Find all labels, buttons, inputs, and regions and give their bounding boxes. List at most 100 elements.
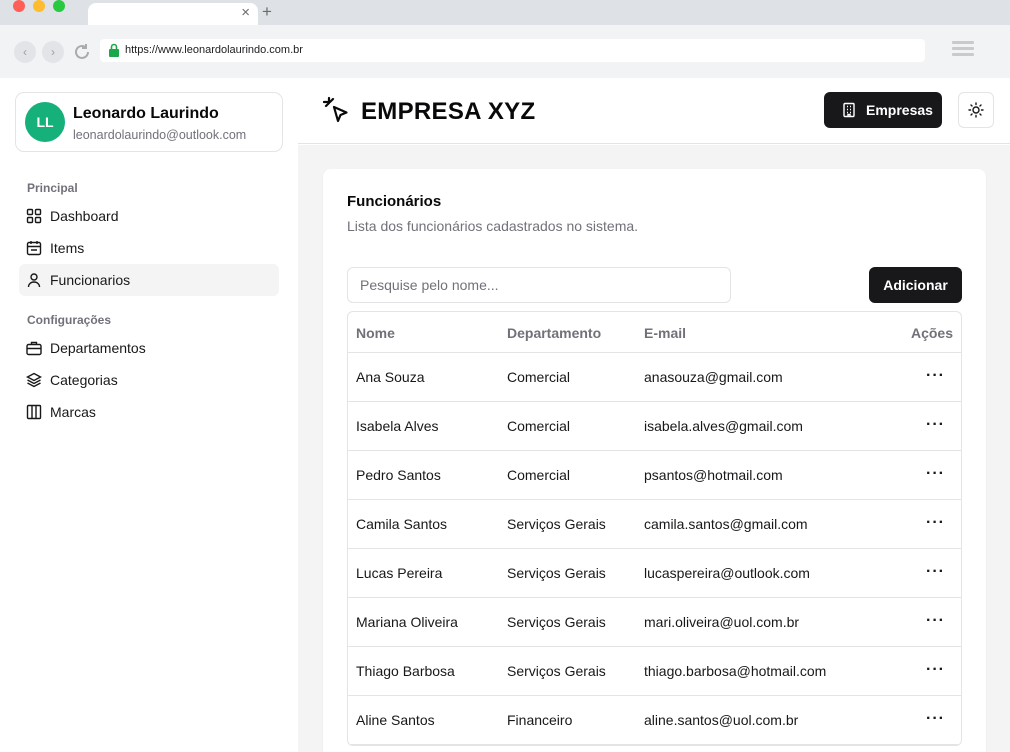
sidebar-group-principal: Principal xyxy=(27,181,78,195)
cursor-click-icon xyxy=(323,96,348,123)
sidebar-item-label: Marcas xyxy=(50,404,96,420)
cell-nome: Camila Santos xyxy=(356,516,448,532)
page-title: EMPRESA XYZ xyxy=(361,98,536,125)
cell-email: aline.santos@uol.com.br xyxy=(644,712,799,728)
profile-name: Leonardo Laurindo xyxy=(73,105,219,122)
app-header: EMPRESA XYZ Empresas xyxy=(298,78,1010,144)
column-header-email[interactable]: E-mail xyxy=(644,325,686,341)
empresas-button-label: Empresas xyxy=(866,102,933,118)
browser-toolbar: ‹ › https://www.leonardolaurindo.com.br xyxy=(0,25,1010,78)
forward-button[interactable]: › xyxy=(42,41,64,63)
more-actions-icon[interactable]: ··· xyxy=(926,612,945,630)
cell-email: isabela.alves@gmail.com xyxy=(644,418,803,434)
grid-icon xyxy=(26,208,42,224)
sidebar-item-categorias[interactable]: Categorias xyxy=(19,364,279,396)
cell-email: camila.santos@gmail.com xyxy=(644,516,808,532)
briefcase-icon xyxy=(26,341,42,356)
table-row[interactable]: Mariana Oliveira Serviços Gerais mari.ol… xyxy=(348,598,961,647)
empresas-button[interactable]: Empresas xyxy=(824,92,942,128)
sidebar-item-funcionarios[interactable]: Funcionarios xyxy=(19,264,279,296)
more-actions-icon[interactable]: ··· xyxy=(926,563,945,581)
table-row[interactable]: Aline Santos Financeiro aline.santos@uol… xyxy=(348,696,961,745)
tab-close-icon[interactable]: × xyxy=(241,4,250,22)
cell-nome: Mariana Oliveira xyxy=(356,614,458,630)
sidebar-item-label: Funcionarios xyxy=(50,272,131,288)
columns-icon xyxy=(26,404,42,420)
sidebar-item-marcas[interactable]: Marcas xyxy=(19,396,279,428)
sidebar-item-departamentos[interactable]: Departamentos xyxy=(19,332,279,364)
theme-toggle-button[interactable] xyxy=(958,92,994,128)
table-row[interactable]: Lucas Pereira Serviços Gerais lucasperei… xyxy=(348,549,961,598)
table-row[interactable]: Ana Souza Comercial anasouza@gmail.com ·… xyxy=(348,353,961,402)
calendar-icon xyxy=(26,241,42,256)
more-actions-icon[interactable]: ··· xyxy=(926,661,945,679)
funcionarios-card: Funcionários Lista dos funcionários cada… xyxy=(323,169,986,752)
window-maximize-dot[interactable] xyxy=(53,0,65,12)
search-input[interactable] xyxy=(347,267,731,303)
card-title: Funcionários xyxy=(347,193,442,210)
column-header-departamento[interactable]: Departamento xyxy=(507,325,601,341)
cell-email: mari.oliveira@uol.com.br xyxy=(644,614,800,630)
add-button[interactable]: Adicionar xyxy=(869,267,962,303)
url-text: https://www.leonardolaurindo.com.br xyxy=(125,44,303,56)
cell-departamento: Serviços Gerais xyxy=(507,516,606,532)
table-row[interactable]: Camila Santos Serviços Gerais camila.san… xyxy=(348,500,961,549)
more-actions-icon[interactable]: ··· xyxy=(926,710,945,728)
table-header-row: Nome Departamento E-mail Ações xyxy=(348,312,961,353)
cell-departamento: Serviços Gerais xyxy=(507,565,606,581)
cell-email: lucaspereira@outlook.com xyxy=(644,565,810,581)
sun-icon xyxy=(968,102,984,118)
cell-email: thiago.barbosa@hotmail.com xyxy=(644,663,827,679)
lock-icon xyxy=(109,43,119,57)
cell-nome: Isabela Alves xyxy=(356,418,439,434)
browser-tab[interactable]: × xyxy=(88,3,258,25)
cell-departamento: Financeiro xyxy=(507,712,573,728)
more-actions-icon[interactable]: ··· xyxy=(926,465,945,483)
cell-email: anasouza@gmail.com xyxy=(644,369,783,385)
more-actions-icon[interactable]: ··· xyxy=(926,367,945,385)
cell-nome: Pedro Santos xyxy=(356,467,441,483)
table-row[interactable]: Pedro Santos Comercial psantos@hotmail.c… xyxy=(348,451,961,500)
layers-icon xyxy=(26,372,42,388)
back-button[interactable]: ‹ xyxy=(14,41,36,63)
table-row[interactable]: Thiago Barbosa Serviços Gerais thiago.ba… xyxy=(348,647,961,696)
sidebar-group-configuracoes: Configurações xyxy=(27,313,112,327)
cell-departamento: Serviços Gerais xyxy=(507,663,606,679)
cell-nome: Aline Santos xyxy=(356,712,435,728)
sidebar-item-items[interactable]: Items xyxy=(19,232,279,264)
profile-email: leonardolaurindo@outlook.com xyxy=(73,128,247,142)
column-header-acoes: Ações xyxy=(910,325,953,341)
column-header-nome[interactable]: Nome xyxy=(356,325,395,341)
cell-departamento: Comercial xyxy=(507,369,571,385)
table-row[interactable]: Isabela Alves Comercial isabela.alves@gm… xyxy=(348,402,961,451)
address-bar[interactable]: https://www.leonardolaurindo.com.br xyxy=(100,39,925,62)
cell-email: psantos@hotmail.com xyxy=(644,467,783,483)
cell-nome: Ana Souza xyxy=(356,369,425,385)
browser-menu-icon[interactable] xyxy=(952,41,974,59)
sidebar-item-label: Departamentos xyxy=(50,340,146,356)
cell-nome: Thiago Barbosa xyxy=(356,663,455,679)
cell-departamento: Comercial xyxy=(507,467,571,483)
new-tab-icon[interactable]: + xyxy=(262,1,272,23)
avatar: LL xyxy=(25,102,65,142)
window-close-dot[interactable] xyxy=(13,0,25,12)
sidebar-item-label: Dashboard xyxy=(50,208,119,224)
cell-departamento: Comercial xyxy=(507,418,571,434)
reload-icon[interactable] xyxy=(70,40,94,64)
more-actions-icon[interactable]: ··· xyxy=(926,514,945,532)
card-description: Lista dos funcionários cadastrados no si… xyxy=(347,218,639,234)
sidebar: LL Leonardo Laurindo leonardolaurindo@ou… xyxy=(0,78,298,752)
cell-nome: Lucas Pereira xyxy=(356,565,443,581)
sidebar-item-dashboard[interactable]: Dashboard xyxy=(19,200,279,232)
funcionarios-table: Nome Departamento E-mail Ações Ana Souza… xyxy=(347,311,962,746)
window-minimize-dot[interactable] xyxy=(33,0,45,12)
sidebar-item-label: Items xyxy=(50,240,85,256)
cell-departamento: Serviços Gerais xyxy=(507,614,606,630)
main-content: Funcionários Lista dos funcionários cada… xyxy=(298,145,1010,752)
browser-tabbar: × + xyxy=(0,0,1010,25)
sidebar-item-label: Categorias xyxy=(50,372,118,388)
building-icon xyxy=(843,102,855,118)
profile-card[interactable]: LL Leonardo Laurindo leonardolaurindo@ou… xyxy=(15,92,283,152)
user-icon xyxy=(27,273,41,288)
more-actions-icon[interactable]: ··· xyxy=(926,416,945,434)
